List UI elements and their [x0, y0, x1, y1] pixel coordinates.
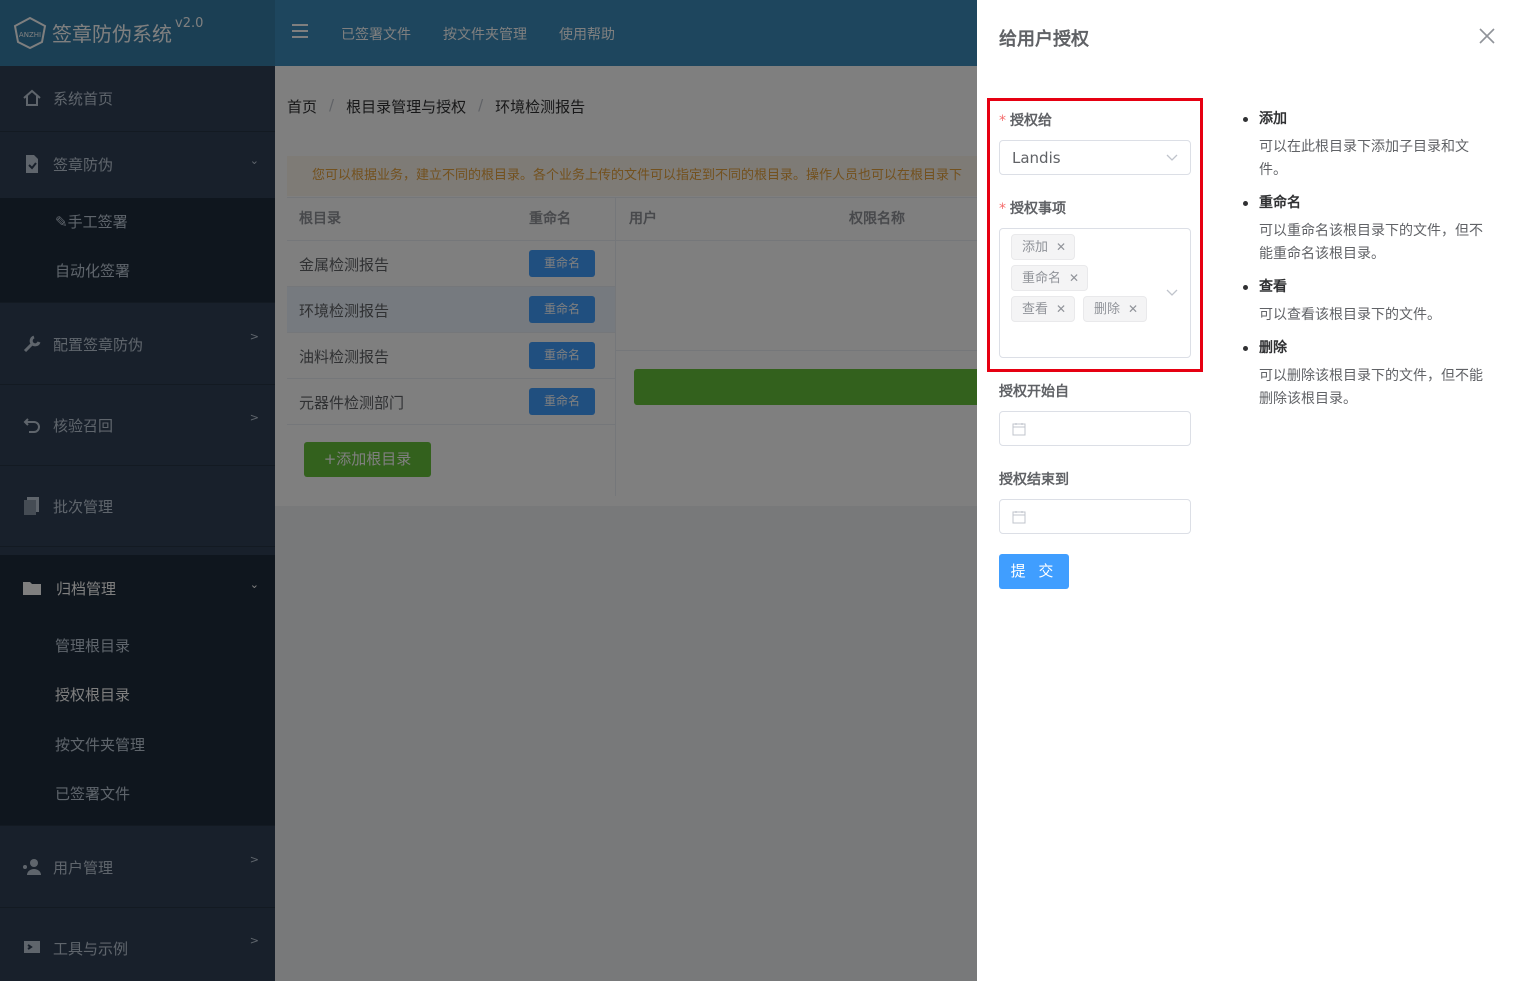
tag-close-icon[interactable]: ✕: [1056, 302, 1066, 316]
help-item-view: 查看 可以查看该根目录下的文件。: [1239, 276, 1489, 327]
grant-to-select[interactable]: Landis: [999, 140, 1191, 175]
tag-close-icon[interactable]: ✕: [1128, 302, 1138, 316]
end-date-label: 授权结束到: [999, 472, 1069, 488]
help-item-add: 添加 可以在此根目录下添加子目录和文件。: [1239, 108, 1489, 182]
items-label: * 授权事项: [999, 201, 1066, 217]
chevron-down-icon: [1166, 154, 1178, 161]
modal-overlay[interactable]: [0, 0, 977, 981]
tag-delete: 删除 ✕: [1083, 296, 1148, 322]
permission-help-list: 添加 可以在此根目录下添加子目录和文件。 重命名 可以重命名该根目录下的文件，但…: [1239, 108, 1489, 421]
tag-close-icon[interactable]: ✕: [1056, 240, 1066, 254]
tag-add: 添加 ✕: [1011, 234, 1076, 260]
close-icon[interactable]: [1479, 28, 1495, 44]
tag-view: 查看 ✕: [1011, 296, 1076, 322]
drawer-title: 给用户授权: [999, 29, 1089, 50]
start-date-picker[interactable]: [999, 411, 1191, 446]
calendar-icon: [1012, 423, 1026, 436]
tag-rename: 重命名 ✕: [1011, 265, 1089, 291]
help-item-rename: 重命名 可以重命名该根目录下的文件，但不能重命名该根目录。: [1239, 192, 1489, 266]
end-date-picker[interactable]: [999, 499, 1191, 534]
submit-button[interactable]: 提 交: [999, 554, 1069, 589]
tag-close-icon[interactable]: ✕: [1069, 271, 1079, 285]
calendar-icon: [1012, 511, 1026, 524]
grant-to-label: * 授权给: [999, 113, 1052, 129]
chevron-down-icon: [1166, 289, 1178, 296]
help-item-delete: 删除 可以删除该根目录下的文件，但不能删除该根目录。: [1239, 337, 1489, 411]
start-date-label: 授权开始自: [999, 384, 1069, 400]
authorize-drawer: 给用户授权 * 授权给 Landis * 授权事项 添加 ✕ 重命名 ✕ 查看 ✕ 删除 ✕…: [977, 0, 1527, 981]
permission-multiselect[interactable]: 添加 ✕ 重命名 ✕ 查看 ✕ 删除 ✕: [999, 228, 1191, 358]
